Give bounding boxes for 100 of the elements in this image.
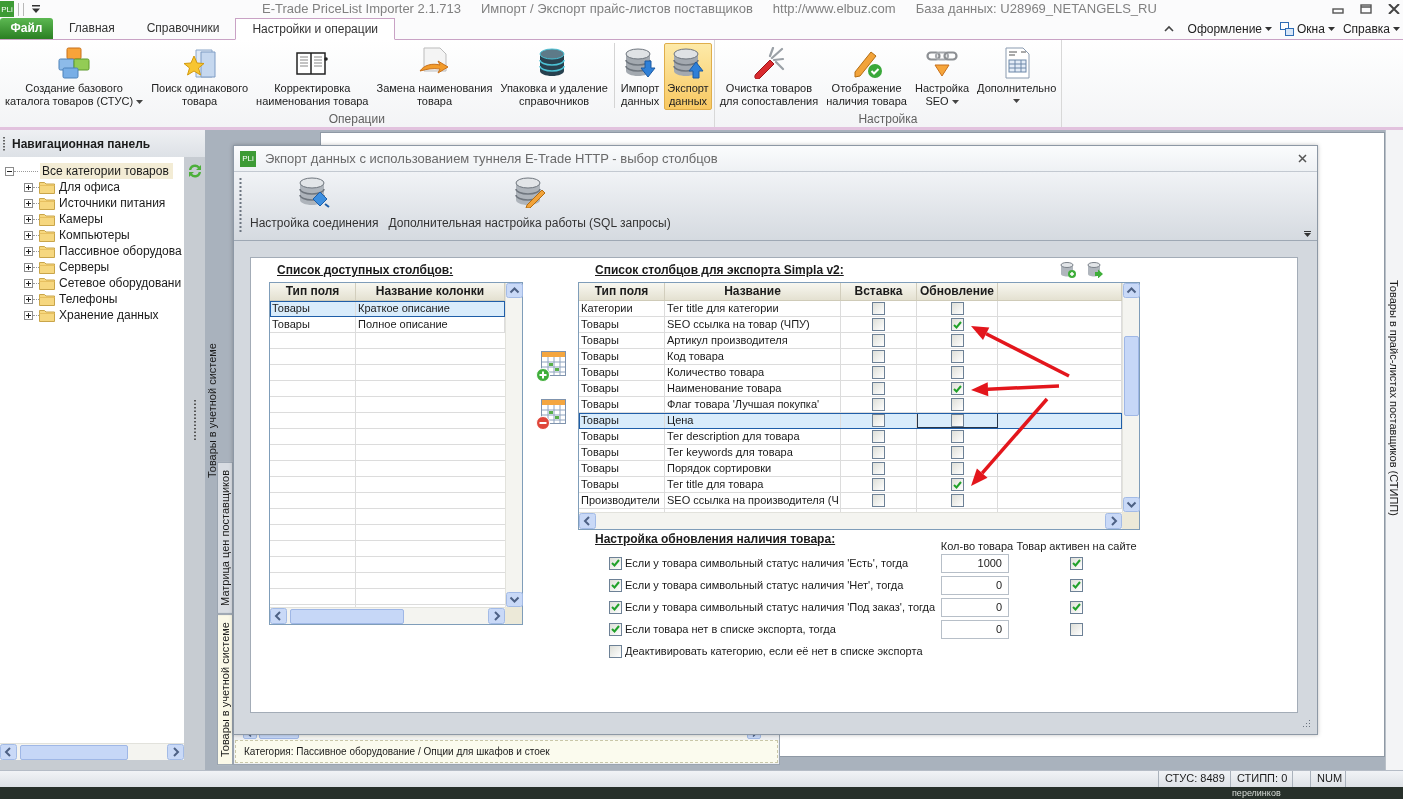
scroll-down-button[interactable] <box>506 592 523 607</box>
plus-box-icon[interactable] <box>24 198 33 208</box>
menu-button[interactable]: Оформление <box>1187 21 1273 36</box>
table-row[interactable]: Товары Тег title для товара <box>579 477 1122 493</box>
vertical-scrollbar[interactable] <box>1122 283 1139 512</box>
plus-box-icon[interactable] <box>24 278 33 288</box>
checkbox[interactable] <box>609 556 622 570</box>
ribbon-button[interactable]: Экспорт данных <box>664 43 712 110</box>
table-row[interactable]: Товары Цена <box>579 413 1122 429</box>
side-tab[interactable]: Товары в учетной системе <box>217 613 233 765</box>
ribbon-tab[interactable]: Главная <box>53 18 131 39</box>
checkbox[interactable] <box>609 644 622 658</box>
ribbon-tab[interactable]: Настройки и операции <box>235 18 396 40</box>
side-tab[interactable]: Товары в учетной системе <box>206 343 219 479</box>
checkbox[interactable] <box>950 462 964 475</box>
scroll-right-button[interactable] <box>1105 513 1122 529</box>
checkbox-label[interactable]: Если у товара символьный статус наличия 'Нет', тогда <box>625 579 904 591</box>
scroll-left-button[interactable] <box>270 608 287 624</box>
column-header[interactable]: Обновление <box>917 283 998 300</box>
ribbon-button[interactable]: Поиск одинакового товара <box>148 43 252 110</box>
ribbon-button[interactable]: Упаковка и удаление справочников <box>497 43 611 110</box>
plus-box-icon[interactable] <box>24 262 33 272</box>
toolbar-button[interactable]: Дополнительная настройка работы (SQL запросы) <box>384 172 675 230</box>
scroll-right-button[interactable] <box>167 744 184 760</box>
checkbox-label[interactable]: Деактивировать категорию, если её нет в списке экспорта <box>625 645 923 657</box>
checkbox[interactable] <box>950 430 964 443</box>
checkbox[interactable] <box>950 398 964 411</box>
checkbox[interactable] <box>872 494 885 507</box>
database-plus-icon[interactable] <box>1060 262 1076 278</box>
chevron-up-icon[interactable] <box>1163 25 1174 32</box>
resize-grip-icon[interactable] <box>1301 718 1311 728</box>
checkbox[interactable] <box>872 302 885 315</box>
maximize-icon[interactable] <box>1360 4 1372 14</box>
quantity-field[interactable]: 0 <box>941 575 1009 595</box>
menu-button[interactable]: Окна <box>1280 21 1335 36</box>
checkbox-label[interactable]: Если у товара символьный статус наличия 'Под заказ', тогда <box>625 601 936 613</box>
ribbon-button[interactable]: Настройка SEO <box>911 43 973 110</box>
ribbon-button[interactable]: Замена наименования товара <box>373 43 496 110</box>
customize-menu-icon[interactable] <box>32 5 40 13</box>
ribbon-tab[interactable]: Справочники <box>130 18 236 39</box>
table-row[interactable]: Товары Тег description для товара <box>579 429 1122 445</box>
scroll-up-button[interactable] <box>506 283 523 298</box>
taskbar-item[interactable]: перелинков <box>1232 787 1281 799</box>
grip-icon[interactable] <box>192 400 197 440</box>
table-row[interactable]: Товары Количество товара <box>579 365 1122 381</box>
checkbox[interactable] <box>950 414 964 427</box>
tree-item[interactable]: Компьютеры <box>57 227 132 243</box>
checkbox[interactable] <box>950 494 964 507</box>
plus-box-icon[interactable] <box>24 214 33 224</box>
checkbox[interactable] <box>872 462 885 475</box>
quantity-field[interactable]: 0 <box>941 597 1009 617</box>
column-header[interactable]: Тип поля <box>270 283 356 300</box>
tree-item[interactable]: Сетевое оборудовани <box>57 275 184 291</box>
table-minus-icon[interactable] <box>535 398 566 430</box>
table-row[interactable]: Товары Артикул производителя <box>579 333 1122 349</box>
checkbox[interactable] <box>950 334 964 347</box>
tree-item[interactable]: Пассивное оборудова <box>57 243 184 259</box>
toolbar-overflow-icon[interactable] <box>1304 231 1311 237</box>
quantity-field[interactable]: 1000 <box>941 553 1009 573</box>
horizontal-scrollbar[interactable] <box>579 512 1122 529</box>
scroll-down-button[interactable] <box>1123 497 1140 512</box>
ribbon-button[interactable]: Создание базового каталога товаров (СТУС) <box>2 43 147 110</box>
checkbox[interactable] <box>609 578 622 592</box>
tree-item[interactable]: Все категории товаров <box>40 163 173 179</box>
table-row[interactable]: Товары Тег keywords для товара <box>579 445 1122 461</box>
menu-button[interactable]: Справка <box>1342 21 1400 36</box>
tree-item[interactable]: Источники питания <box>57 195 168 211</box>
checkbox[interactable] <box>950 366 964 379</box>
grip-icon[interactable] <box>239 178 242 234</box>
checkbox[interactable] <box>872 334 885 347</box>
checkbox[interactable] <box>872 414 885 427</box>
table-row[interactable]: Товары Код товара <box>579 349 1122 365</box>
minus-box-icon[interactable] <box>5 166 14 176</box>
checkbox[interactable] <box>950 318 964 331</box>
table-row[interactable]: Производители SEO ссылка на производителя (Ч <box>579 493 1122 509</box>
checkbox[interactable] <box>609 600 622 614</box>
table-row[interactable]: Категории Тег title для категории <box>579 301 1122 317</box>
checkbox[interactable] <box>1070 556 1083 570</box>
horizontal-scrollbar[interactable] <box>0 743 184 760</box>
checkbox-label[interactable]: Если у товара символьный статус наличия 'Есть', тогда <box>625 557 909 569</box>
toolbar-button[interactable]: Настройка соединения <box>246 172 383 230</box>
checkbox[interactable] <box>950 478 964 491</box>
tree-item[interactable]: Серверы <box>57 259 112 275</box>
plus-box-icon[interactable] <box>24 230 33 240</box>
ribbon-button[interactable]: Очистка товаров для сопоставления <box>716 43 822 110</box>
checkbox[interactable] <box>1070 578 1083 592</box>
checkbox[interactable] <box>872 366 885 379</box>
tree-item[interactable]: Для офиса <box>57 179 122 195</box>
checkbox[interactable] <box>1070 622 1083 636</box>
tree-item[interactable]: Телефоны <box>57 291 120 307</box>
scroll-left-button[interactable] <box>579 513 596 529</box>
checkbox[interactable] <box>872 318 885 331</box>
checkbox[interactable] <box>950 302 964 315</box>
scroll-left-button[interactable] <box>0 744 17 760</box>
scroll-up-button[interactable] <box>1123 283 1140 298</box>
column-header[interactable]: Тип поля <box>579 283 665 300</box>
checkbox[interactable] <box>872 350 885 363</box>
checkbox[interactable] <box>872 446 885 459</box>
table-row[interactable]: Товары Краткое описание <box>270 301 505 317</box>
checkbox[interactable] <box>872 382 885 395</box>
